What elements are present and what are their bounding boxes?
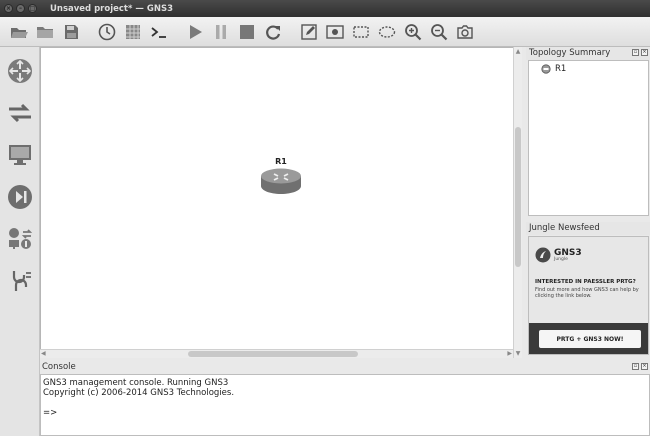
end-devices-button[interactable]: [4, 139, 36, 171]
topology-summary-header: Topology Summary ▫ ×: [526, 47, 650, 60]
ellipse-icon: [378, 26, 396, 38]
folder-open-icon: [11, 28, 28, 38]
scroll-down-arrow-icon[interactable]: ▼: [514, 350, 522, 357]
maximize-window-button[interactable]: □: [28, 4, 37, 13]
zoom-in-icon: [405, 24, 422, 41]
topology-summary-title: Topology Summary: [529, 48, 611, 58]
console-float-icon[interactable]: ▫: [632, 363, 639, 370]
reload-all-button[interactable]: [262, 21, 284, 43]
screenshot-button[interactable]: [454, 21, 476, 43]
newsfeed-body: Find out more and how GNS3 can help by c…: [535, 287, 639, 299]
insert-image-button[interactable]: [324, 21, 346, 43]
dock-float-icon[interactable]: ▫: [632, 49, 639, 56]
zoom-out-button[interactable]: [428, 21, 450, 43]
switch-icon: [9, 103, 31, 123]
camera-icon: [457, 25, 473, 39]
router-node[interactable]: R1: [258, 157, 304, 195]
rectangle-icon: [353, 26, 369, 38]
all-devices-button[interactable]: [4, 223, 36, 255]
stop-icon: [240, 25, 254, 39]
security-devices-button[interactable]: [4, 181, 36, 213]
horizontal-scroll-thumb[interactable]: [188, 351, 358, 357]
routers-button[interactable]: [4, 55, 36, 87]
snapshot-button[interactable]: [96, 21, 118, 43]
zoom-in-button[interactable]: [402, 21, 424, 43]
console-header: Console ▫ ×: [40, 361, 650, 373]
window-title: Unsaved project* — GNS3: [50, 3, 173, 14]
grid-icon: [126, 25, 140, 39]
topology-canvas[interactable]: [40, 47, 522, 358]
scroll-right-arrow-icon[interactable]: ▶: [507, 350, 512, 357]
clock-icon: [98, 23, 116, 41]
console-all-button[interactable]: [148, 21, 170, 43]
save-project-button[interactable]: [60, 21, 82, 43]
console-line: Copyright (c) 2006-2014 GNS3 Technologie…: [43, 388, 235, 398]
monitor-icon: [9, 145, 31, 165]
interface-labels-button[interactable]: [122, 21, 144, 43]
window-titlebar: × – □ Unsaved project* — GNS3: [0, 0, 650, 17]
jungle-newsfeed-header: Jungle Newsfeed: [526, 222, 650, 235]
jungle-logo-text: GNS3: [554, 247, 582, 258]
cable-icon: [12, 271, 31, 291]
topology-summary-item-label: R1: [555, 64, 567, 74]
prtg-gns3-button[interactable]: PRTG + GNS3 NOW!: [539, 330, 641, 348]
canvas-horizontal-scrollbar[interactable]: ◀ ▶: [40, 349, 513, 358]
save-icon: [65, 25, 78, 39]
scroll-up-arrow-icon[interactable]: ▲: [514, 48, 522, 55]
topology-summary-panel: R1: [528, 60, 649, 216]
devices-toolbar: [0, 47, 40, 436]
security-icon: [8, 185, 32, 209]
terminal-icon: [151, 27, 166, 38]
pause-icon: [216, 25, 226, 39]
dock-close-icon[interactable]: ×: [641, 49, 648, 56]
router-icon: [261, 168, 301, 194]
router-icon: [8, 59, 32, 83]
scroll-left-arrow-icon[interactable]: ◀: [41, 350, 46, 357]
minimize-window-button[interactable]: –: [16, 4, 25, 13]
jungle-newsfeed-panel: GNS3 Jungle INTERESTED IN PAESSLER PRTG?…: [528, 236, 649, 355]
open-project-button[interactable]: [8, 21, 30, 43]
vertical-scroll-thumb[interactable]: [515, 127, 521, 267]
node-status-icon: [541, 64, 551, 74]
suspend-all-button[interactable]: [210, 21, 232, 43]
topology-summary-item[interactable]: R1: [541, 64, 566, 74]
main-toolbar: [0, 17, 650, 47]
console-title: Console: [42, 362, 76, 372]
reload-icon: [266, 25, 281, 40]
console-prompt[interactable]: =>: [43, 408, 647, 418]
console-line: GNS3 management console. Running GNS3: [43, 378, 229, 388]
note-icon: [301, 24, 317, 40]
newsfeed-heading: INTERESTED IN PAESSLER PRTG?: [535, 279, 636, 285]
draw-ellipse-button[interactable]: [376, 21, 398, 43]
node-label: R1: [275, 157, 287, 166]
add-note-button[interactable]: [298, 21, 320, 43]
console-output[interactable]: GNS3 management console. Running GNS3 Co…: [40, 374, 650, 436]
open-file-button[interactable]: [34, 21, 56, 43]
gns3-logo-icon: [535, 247, 551, 263]
jungle-logo: GNS3 Jungle: [529, 237, 648, 273]
folder-icon: [37, 27, 53, 38]
stop-all-button[interactable]: [236, 21, 258, 43]
close-window-button[interactable]: ×: [4, 4, 13, 13]
play-icon: [190, 25, 202, 39]
switches-button[interactable]: [4, 97, 36, 129]
jungle-newsfeed-title: Jungle Newsfeed: [529, 223, 600, 233]
all-devices-icon: [9, 228, 33, 249]
console-close-icon[interactable]: ×: [641, 363, 648, 370]
start-all-button[interactable]: [184, 21, 206, 43]
add-link-button[interactable]: [4, 265, 36, 297]
draw-rectangle-button[interactable]: [350, 21, 372, 43]
image-icon: [326, 25, 344, 39]
zoom-out-icon: [431, 24, 448, 41]
canvas-vertical-scrollbar[interactable]: ▲ ▼: [513, 47, 522, 358]
